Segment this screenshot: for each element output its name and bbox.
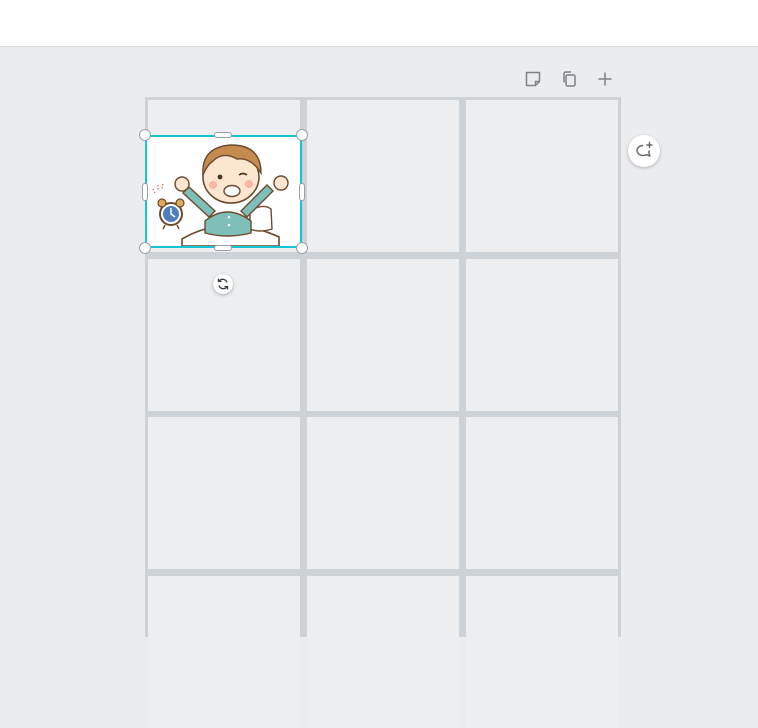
grid-cell[interactable] <box>307 417 459 569</box>
comment-add-icon <box>636 141 653 157</box>
add-page-icon[interactable] <box>594 68 616 90</box>
duplicate-page-icon[interactable] <box>558 68 580 90</box>
grid-cell[interactable] <box>148 576 300 728</box>
resize-handle-left[interactable] <box>142 183 148 201</box>
notes-icon[interactable] <box>522 68 544 90</box>
resize-handle-bottom-right[interactable] <box>296 242 308 254</box>
resize-handle-bottom-left[interactable] <box>139 242 151 254</box>
add-comment-button[interactable] <box>628 135 660 167</box>
page-actions <box>522 68 616 90</box>
grid-cell[interactable] <box>466 576 618 728</box>
rotate-button[interactable] <box>213 274 233 294</box>
waking-boy-illustration <box>152 144 289 246</box>
resize-handle-top-left[interactable] <box>139 129 151 141</box>
resize-handle-top-right[interactable] <box>296 129 308 141</box>
top-toolbar <box>0 0 758 47</box>
grid-cell[interactable] <box>466 417 618 569</box>
grid-cell[interactable] <box>307 259 459 411</box>
grid-cell[interactable] <box>466 100 618 252</box>
resize-handle-right[interactable] <box>299 183 305 201</box>
resize-handle-top[interactable] <box>214 132 232 138</box>
grid-cell[interactable] <box>307 576 459 728</box>
grid-cell[interactable] <box>148 417 300 569</box>
grid-cell[interactable] <box>307 100 459 252</box>
selected-image[interactable] <box>145 135 302 248</box>
grid-cell[interactable] <box>466 259 618 411</box>
rotate-icon <box>217 278 229 290</box>
resize-handle-bottom[interactable] <box>214 245 232 251</box>
